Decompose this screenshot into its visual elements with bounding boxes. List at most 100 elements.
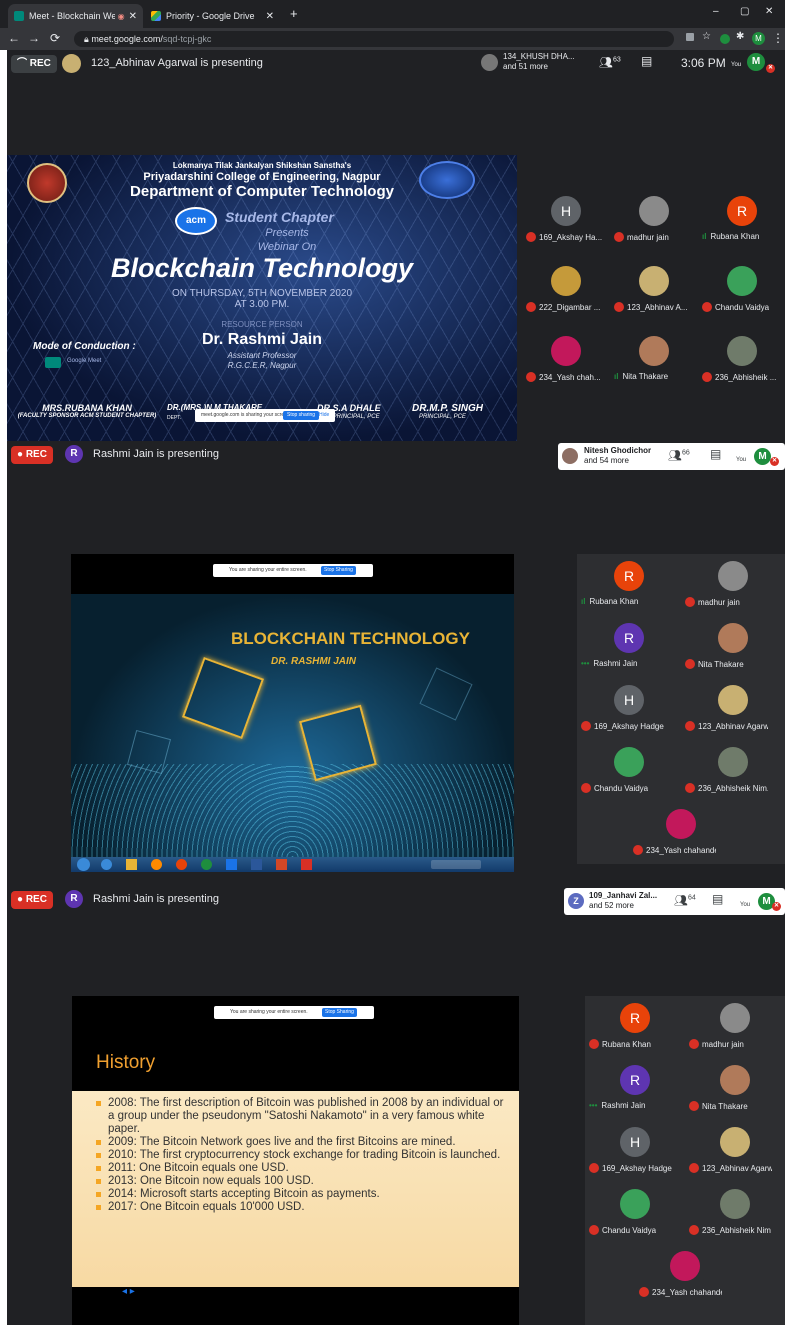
participant-name: Chandu Vaidya <box>715 302 770 312</box>
participant-tile[interactable]: 222_Digambar ... <box>522 255 610 325</box>
slide-webinar-on: Webinar On <box>257 241 317 253</box>
chat-icon[interactable]: ▤ <box>710 447 721 461</box>
firefox-icon[interactable] <box>176 859 187 870</box>
maximize-button[interactable]: ▢ <box>740 6 749 17</box>
star-icon[interactable]: ☆ <box>702 31 711 42</box>
participant-summary: 109_Janhavi Zal... and 52 more <box>589 891 658 910</box>
blockchain-cube-icon <box>181 656 265 740</box>
profile-avatar[interactable]: M <box>752 32 765 45</box>
participant-name: Nita Thakare <box>698 659 744 669</box>
participant-avatar <box>720 1003 750 1033</box>
participant-tile[interactable]: 123_Abhinav Agarw... <box>681 678 785 740</box>
slide-nav-controls[interactable]: ◂ ▸ <box>122 1286 135 1297</box>
chrome-icon[interactable] <box>201 859 212 870</box>
participant-tile[interactable]: Rıl Rubana Khan <box>698 185 785 255</box>
participant-avatar <box>727 336 757 366</box>
people-icon[interactable]: 👥︎66 <box>668 449 690 462</box>
media-player-icon[interactable] <box>151 859 162 870</box>
participant-tile[interactable]: Nita Thakare <box>681 616 785 678</box>
participant-tile[interactable]: H 169_Akshay Hadge <box>585 1120 685 1182</box>
camera-in-use-icon[interactable] <box>686 33 694 41</box>
participant-tile[interactable]: Chandu Vaidya <box>698 255 785 325</box>
participant-tile[interactable]: 236_Abhisheik ... <box>698 325 785 395</box>
participant-tile[interactable]: 234_Yash chahande <box>635 1244 735 1306</box>
participant-tile[interactable]: Chandu Vaidya <box>577 740 681 802</box>
participant-tile[interactable]: Chandu Vaidya <box>585 1182 685 1244</box>
pdf-icon[interactable] <box>301 859 312 870</box>
people-icon[interactable]: 👥︎63 <box>599 56 621 69</box>
close-window-button[interactable]: ✕ <box>765 6 773 17</box>
stop-sharing-button[interactable]: Stop sharing <box>283 411 320 420</box>
hide-button[interactable]: Hide <box>319 409 329 422</box>
close-tab-icon[interactable]: ✕ <box>129 11 137 22</box>
participant-tile[interactable]: H 169_Akshay Ha... <box>522 185 610 255</box>
chat-icon[interactable]: ▤ <box>641 54 652 68</box>
participant-tile[interactable]: R Rubana Khan <box>585 996 685 1058</box>
screen-share-banner: You are sharing your entire screen. Stop… <box>213 564 373 577</box>
meet-top-bar: ● REC R Rashmi Jain is presenting Nitesh… <box>7 441 785 470</box>
participant-tile[interactable]: madhur jain <box>685 996 785 1058</box>
puzzle-icon[interactable]: ✱ <box>736 31 744 42</box>
participant-avatar <box>562 448 578 464</box>
explorer-icon[interactable] <box>126 859 137 870</box>
participant-tile[interactable]: 123_Abhinav A... <box>610 255 698 325</box>
presenting-text: 123_Abhinav Agarwal is presenting <box>91 57 263 69</box>
close-tab-icon[interactable]: ✕ <box>266 11 274 22</box>
muted-mic-icon <box>685 783 695 793</box>
muted-mic-icon <box>581 721 591 731</box>
participant-name: 123_Abhinav Agarw... <box>698 721 768 731</box>
tab-drive[interactable]: Priority - Google Drive ✕ <box>145 4 280 28</box>
participant-tile[interactable]: R ••• Rashmi Jain <box>585 1058 685 1120</box>
participant-tile[interactable]: 123_Abhinav Agarw <box>685 1120 785 1182</box>
participant-tile[interactable]: H 169_Akshay Hadge <box>577 678 681 740</box>
google-meet-logo-icon <box>45 357 61 368</box>
participant-tile[interactable]: 234_Yash chahande <box>629 802 733 864</box>
muted-mic-icon <box>689 1101 699 1111</box>
participant-tile[interactable]: R ••• Rashmi Jain <box>577 616 681 678</box>
you-label: You <box>731 62 742 68</box>
forward-icon[interactable]: → <box>28 31 40 45</box>
new-tab-button[interactable]: + <box>290 6 298 21</box>
presenting-text: Rashmi Jain is presenting <box>93 893 219 905</box>
url-input[interactable]: 🔒︎ meet.google.com/sqd-tcpj-gkc <box>74 31 674 47</box>
start-button-icon[interactable] <box>77 858 90 871</box>
participant-avatar <box>670 1251 700 1281</box>
slide-mode: Mode of Conduction : <box>33 341 136 352</box>
meet-icon[interactable] <box>226 859 237 870</box>
extension-icon[interactable] <box>720 34 730 44</box>
presenter-avatar <box>62 54 81 73</box>
participant-name: Nita Thakare <box>702 1101 748 1111</box>
powerpoint-icon[interactable] <box>276 859 287 870</box>
participant-name: 236_Abhisheik Nim <box>702 1225 771 1235</box>
participant-tile[interactable]: madhur jain <box>610 185 698 255</box>
participant-summary: Nitesh Ghodichor and 54 more <box>584 446 652 465</box>
ie-icon[interactable] <box>101 859 112 870</box>
you-label: You <box>740 902 751 908</box>
speaking-indicator-icon: ıl <box>614 372 619 381</box>
back-icon[interactable]: ← <box>8 31 20 45</box>
participant-tile[interactable]: Nita Thakare <box>685 1058 785 1120</box>
participant-name: madhur jain <box>627 232 669 242</box>
word-icon[interactable] <box>251 859 262 870</box>
stop-sharing-button[interactable]: Stop Sharing <box>322 1008 357 1017</box>
chat-icon[interactable]: ▤ <box>712 892 723 906</box>
menu-icon[interactable]: ⋮ <box>772 31 784 45</box>
participant-tile[interactable]: Rıl Rubana Khan <box>577 554 681 616</box>
tab-meet[interactable]: Meet - Blockchain Webinar ◉ ✕ <box>8 4 143 28</box>
meet-section-2: ● REC R Rashmi Jain is presenting Nitesh… <box>7 441 785 886</box>
self-avatar[interactable]: M <box>754 448 771 465</box>
minimize-button[interactable]: – <box>713 6 719 17</box>
participant-tile[interactable]: 236_Abhisheik Nim... <box>681 740 785 802</box>
participant-tile[interactable]: 234_Yash chah... <box>522 325 610 395</box>
participant-name: Chandu Vaidya <box>594 783 649 793</box>
recording-indicator-icon: ◉ <box>117 11 125 21</box>
slide-time: AT 3.00 PM. <box>234 299 290 310</box>
participant-tile[interactable]: ıl Nita Thakare <box>610 325 698 395</box>
participant-tile[interactable]: madhur jain <box>681 554 785 616</box>
reload-icon[interactable]: ⟳ <box>50 31 60 45</box>
participant-tile[interactable]: 236_Abhisheik Nim <box>685 1182 785 1244</box>
people-icon[interactable]: 👥︎64 <box>674 894 696 907</box>
participant-name: 169_Akshay Hadge <box>602 1163 672 1173</box>
self-avatar[interactable]: M <box>747 53 765 71</box>
stop-sharing-button[interactable]: Stop Sharing <box>321 566 356 575</box>
